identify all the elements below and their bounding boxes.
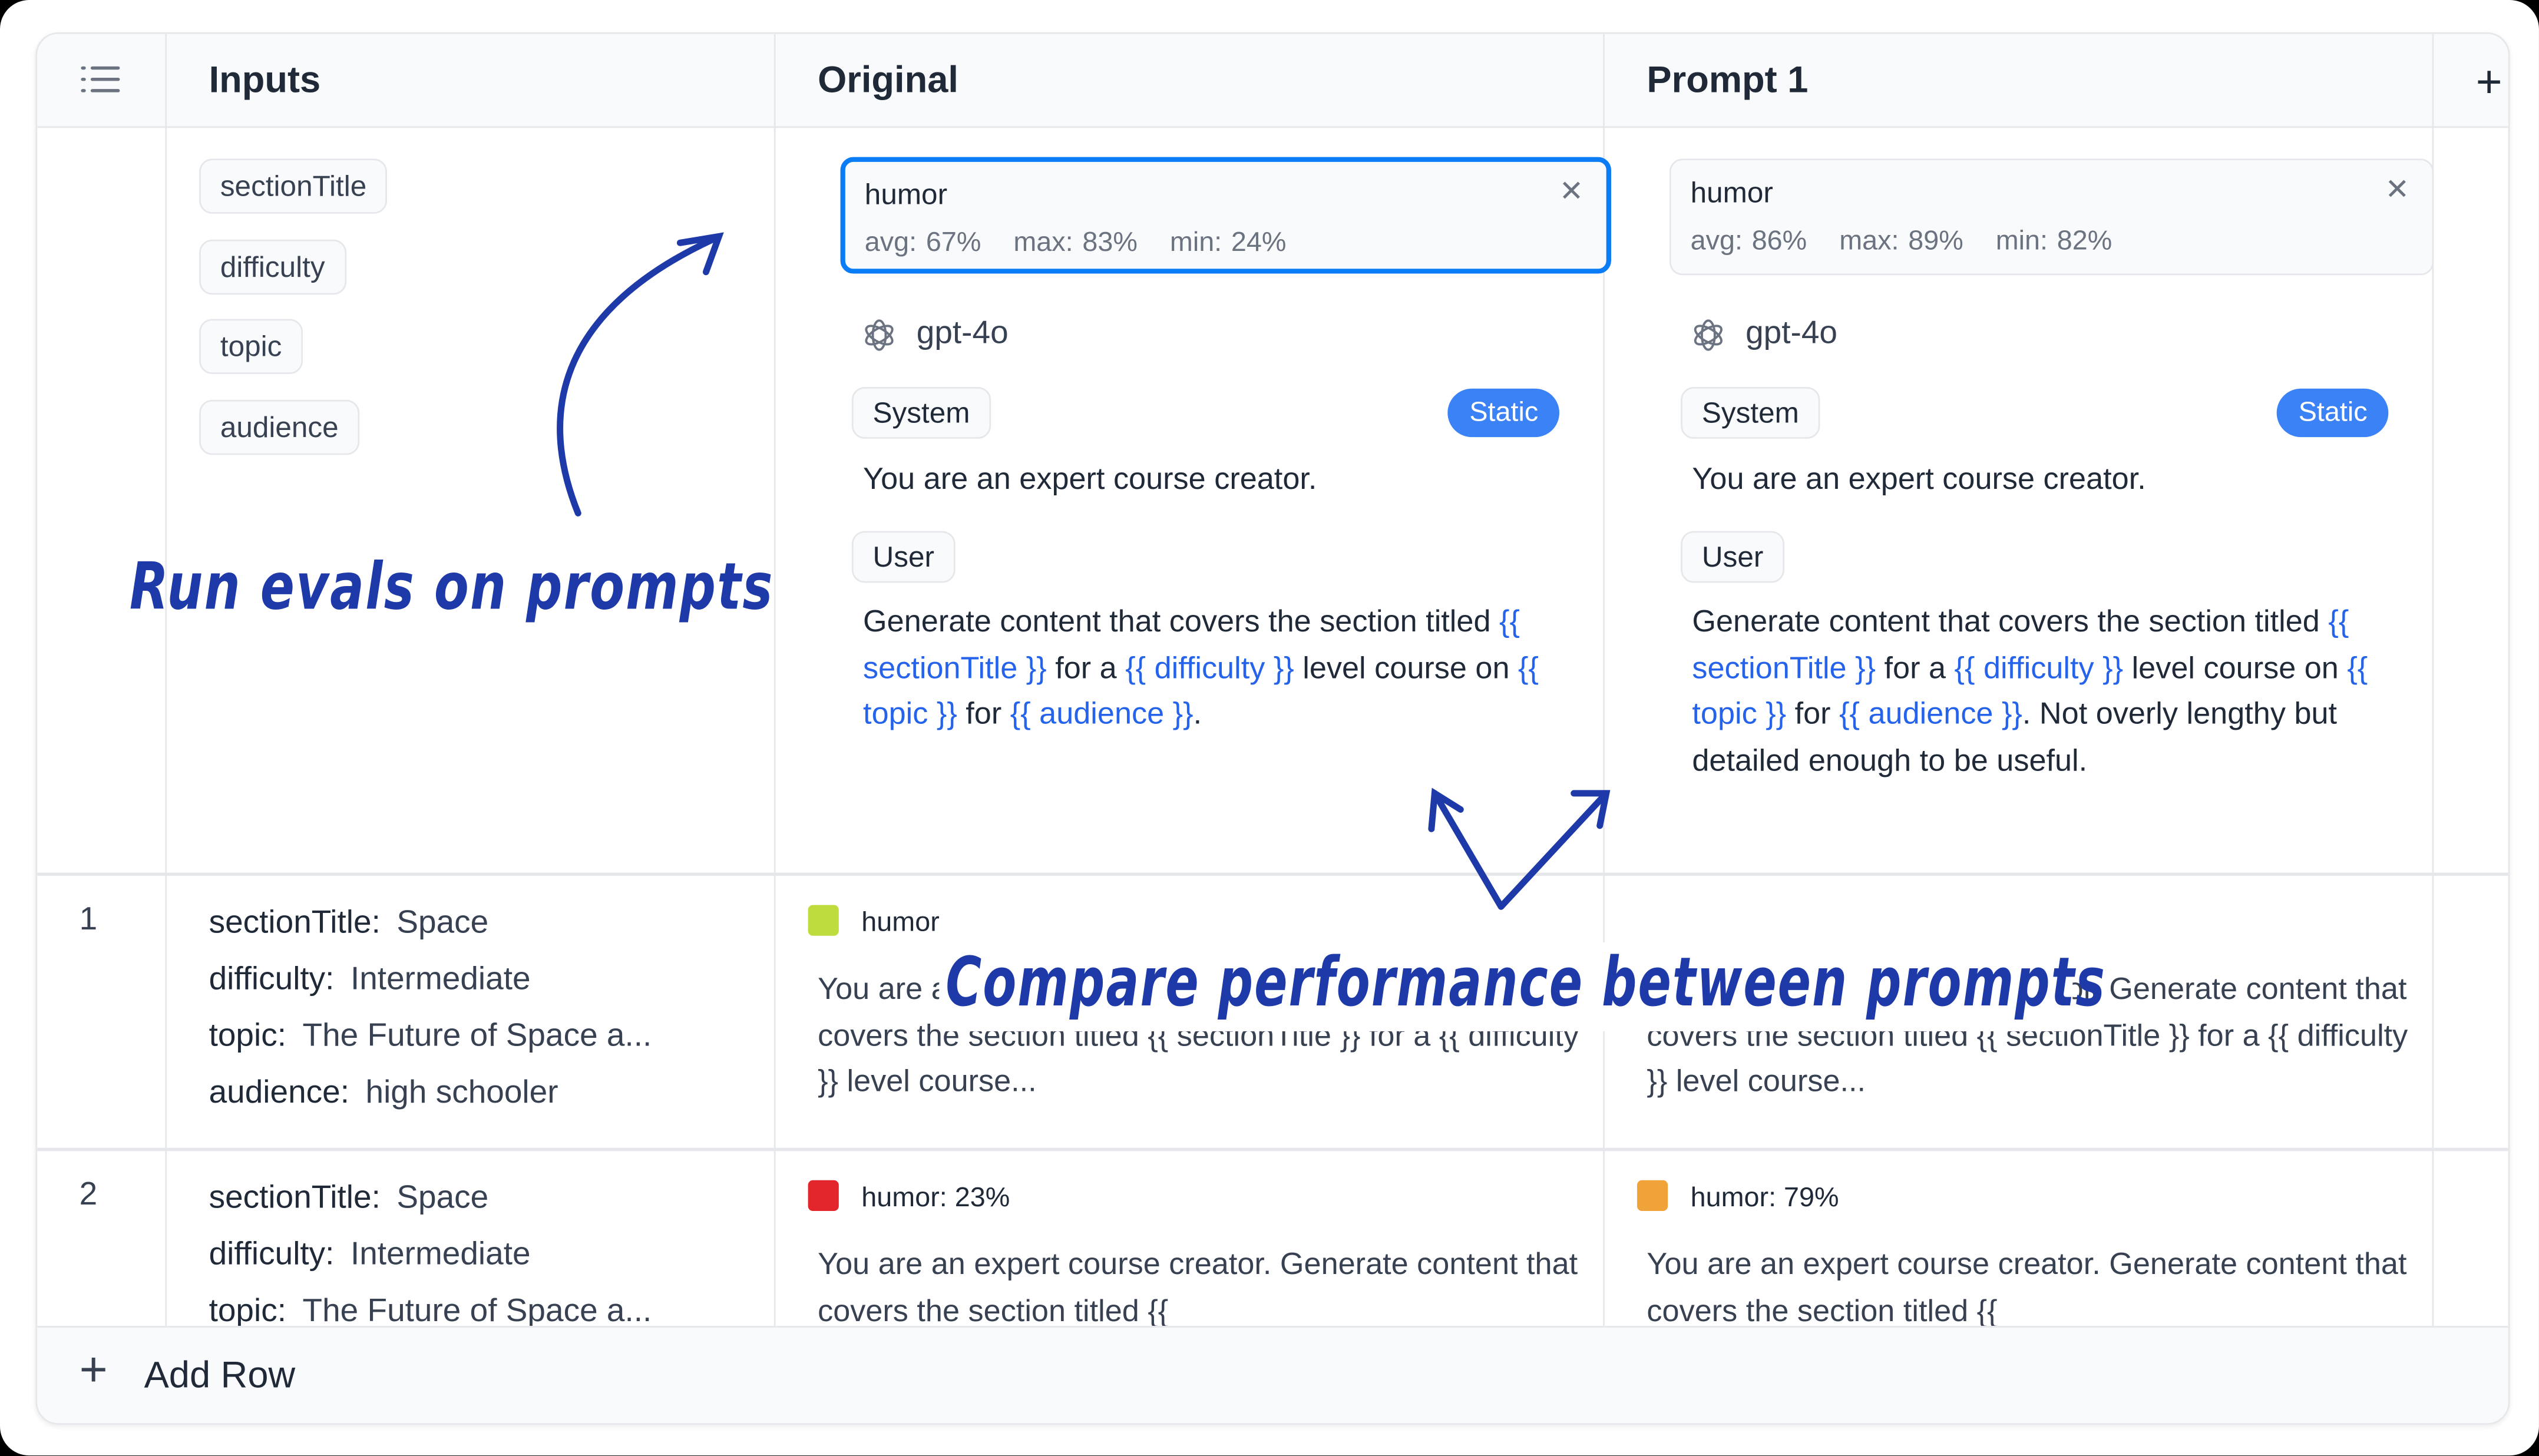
- app-frame: Inputs Original Prompt 1 + sectionTitle …: [0, 0, 2539, 1456]
- annotation-run-evals: Run evals on prompts: [129, 550, 774, 625]
- arrow-to-eval: [557, 236, 716, 517]
- annotation-compare: Compare performance between prompts: [945, 942, 2106, 1022]
- annotation-arrows: [557, 232, 1611, 910]
